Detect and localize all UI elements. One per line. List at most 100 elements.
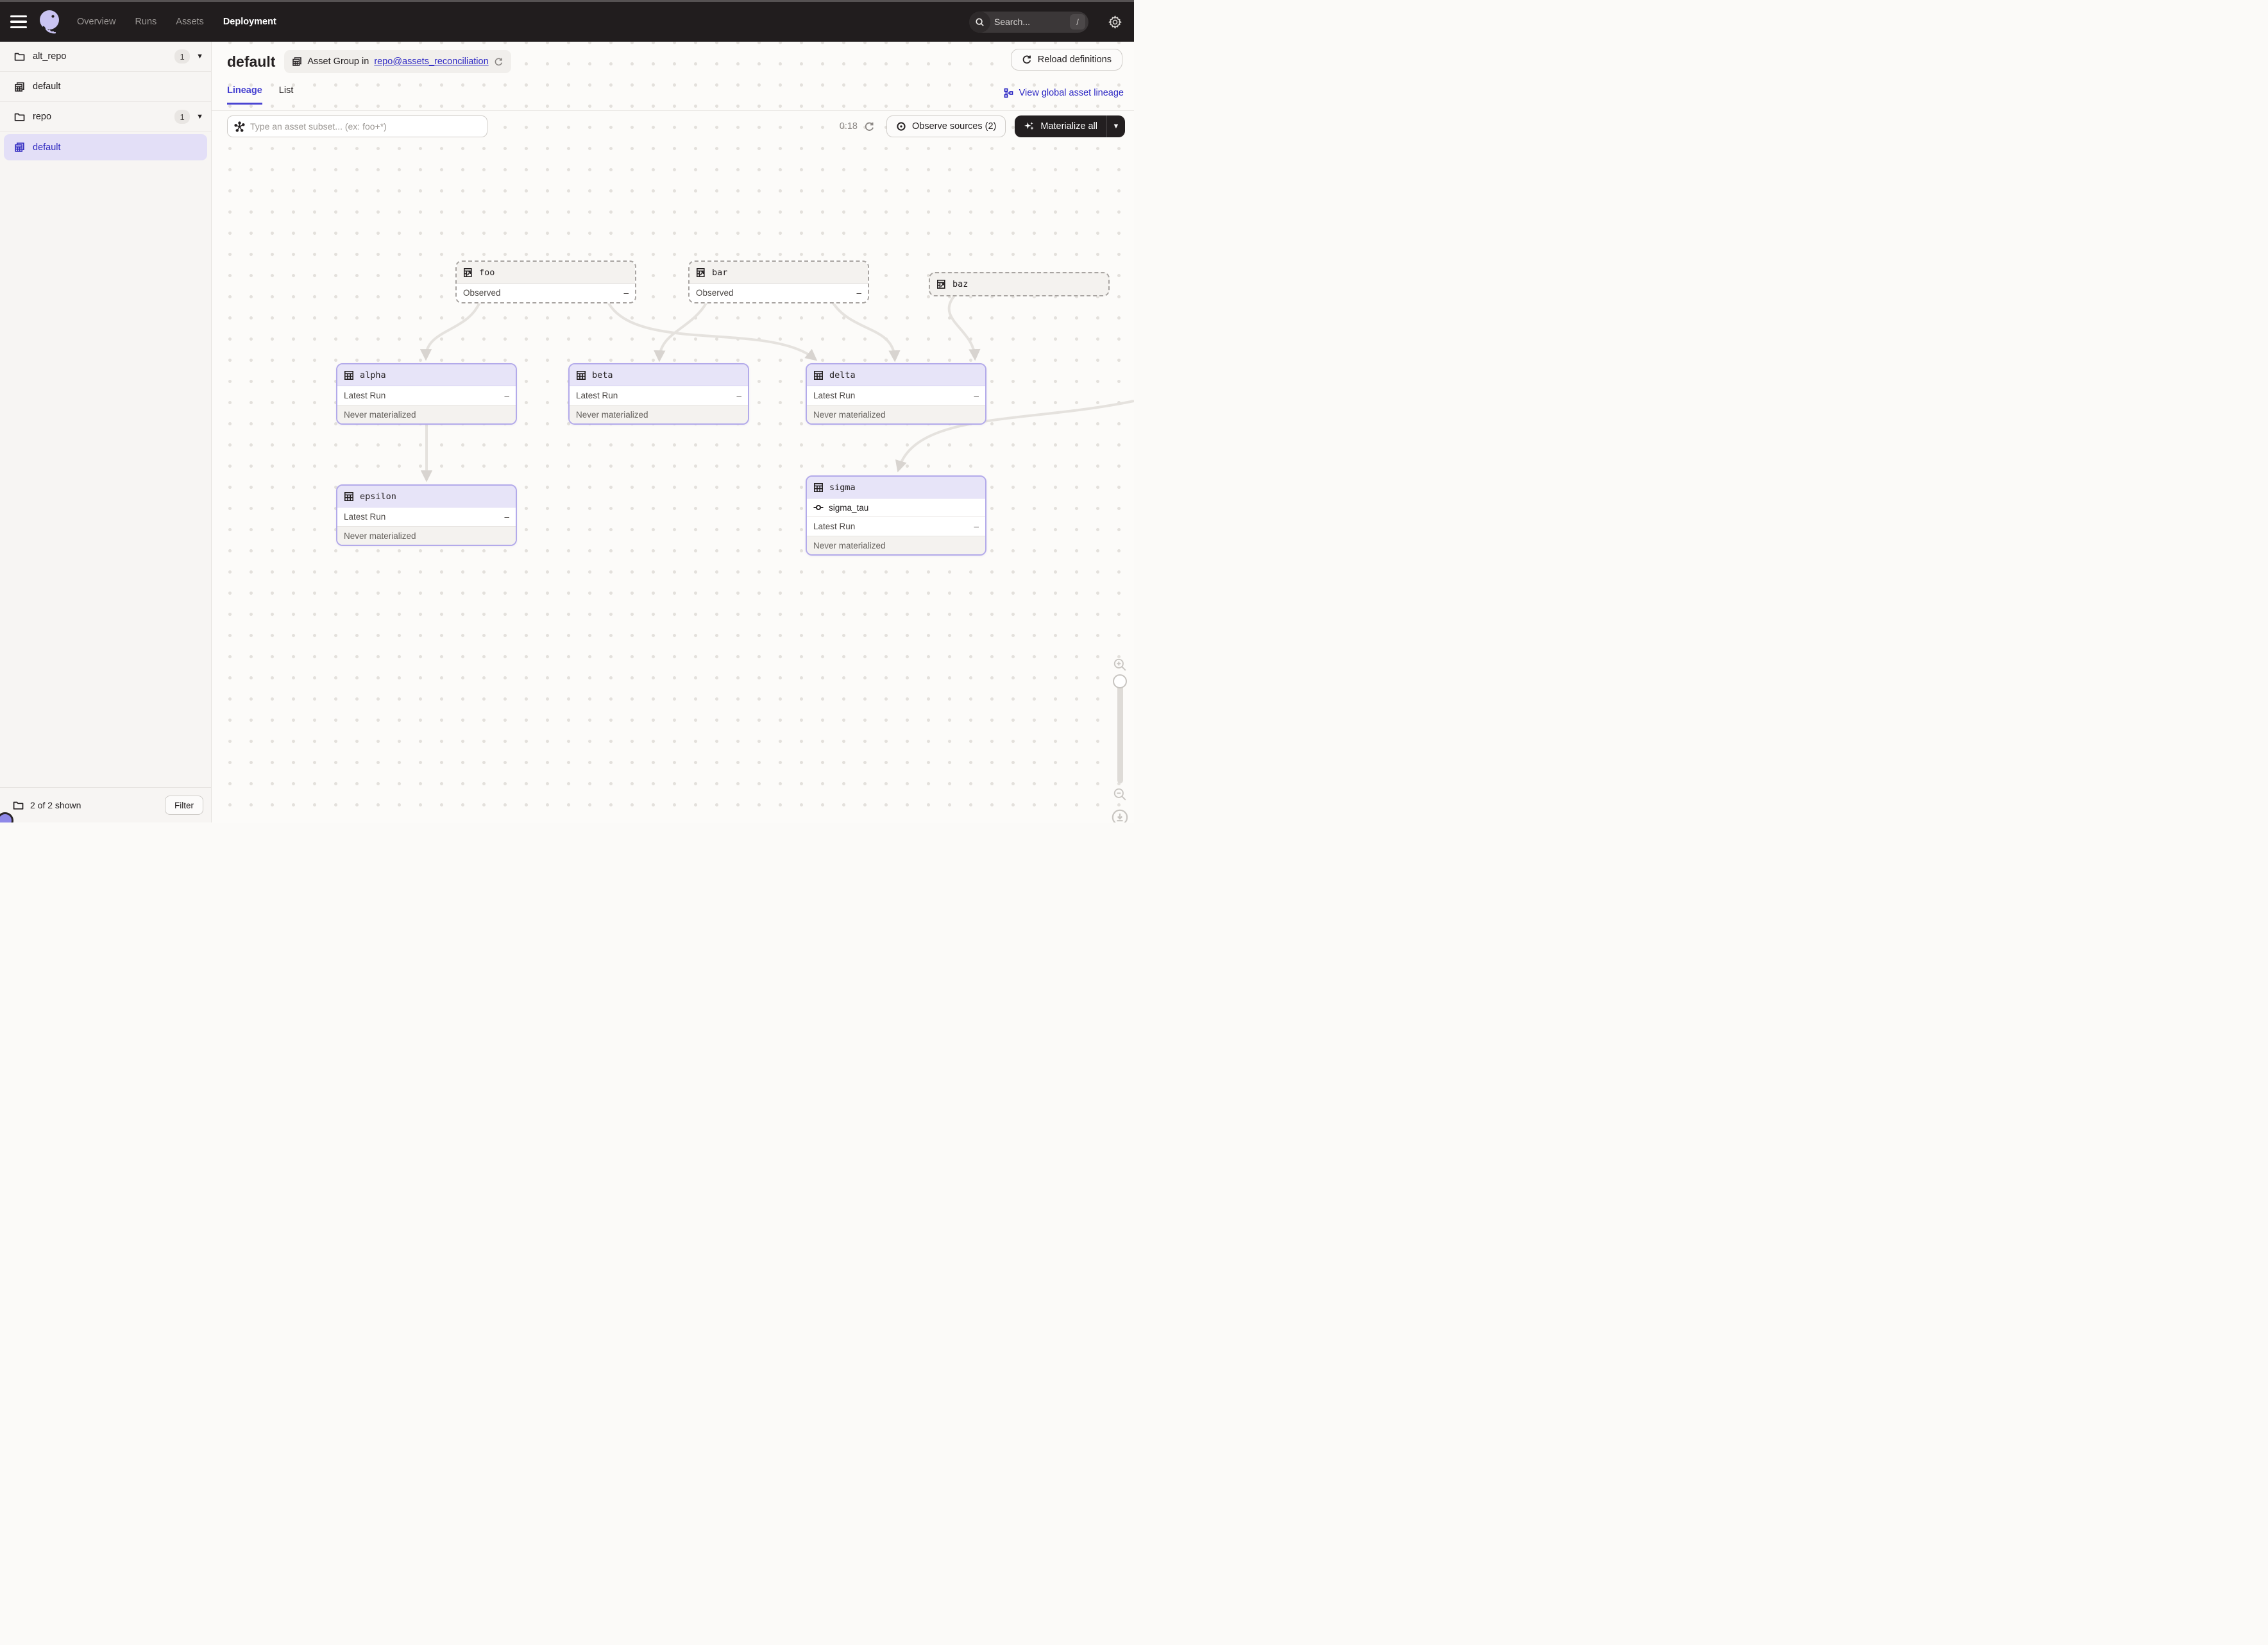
asset-table-icon [813,482,824,493]
asset-name: delta [829,370,856,380]
row-value: – [504,391,509,400]
lineage-graph-icon [1004,88,1014,98]
row-label: Observed [463,288,501,298]
sidebar-item-label: alt_repo [33,51,174,62]
sidebar-item-default-repo-selected[interactable]: default [0,132,211,162]
filter-button[interactable]: Filter [165,796,203,815]
asset-name: bar [712,268,727,278]
sidebar-item-alt-repo[interactable]: alt_repo 1 ▼ [0,42,211,72]
refresh-icon [1022,55,1032,65]
tab-list[interactable]: List [279,85,294,105]
row-label: Latest Run [576,391,618,400]
asset-check-icon [813,502,824,513]
repo-location-link[interactable]: repo@assets_reconciliation [374,56,488,67]
lineage-edges [212,111,1134,822]
sidebar-item-label: repo [33,112,174,122]
asset-check-row[interactable]: sigma_tau [807,499,985,517]
row-label: Latest Run [344,391,385,400]
menu-icon[interactable] [10,15,27,28]
zoom-out-icon[interactable] [1113,787,1127,801]
nav-overview[interactable]: Overview [77,17,115,27]
graph-toolbar: 0:18 Observe sources (2) Mate [227,115,1125,137]
main-panel: default Asset Group in repo@assets_recon… [212,42,1134,822]
chevron-down-icon[interactable]: ▼ [196,53,203,60]
materialize-all-button[interactable]: Materialize all [1015,115,1106,137]
asset-name: beta [592,370,613,380]
zoom-controls [1111,658,1129,822]
asset-group-pill: Asset Group in repo@assets_reconciliatio… [284,50,511,73]
zoom-slider[interactable] [1117,676,1123,783]
reload-definitions-button[interactable]: Reload definitions [1011,49,1122,71]
row-value: – [623,288,629,298]
asset-node-sigma[interactable]: sigma sigma_tau Latest Run – Never mater… [806,475,986,556]
asset-node-delta[interactable]: delta Latest Run – Never materialized [806,363,986,425]
nav-runs[interactable]: Runs [135,17,157,27]
chevron-down-icon[interactable]: ▼ [196,113,203,121]
asset-name: foo [479,268,495,278]
logo-sliver [0,812,13,822]
asset-group-header: default Asset Group in repo@assets_recon… [212,42,1134,111]
asset-node-alpha[interactable]: alpha Latest Run – Never materialized [336,363,517,425]
dagster-app: Overview Runs Assets Deployment / alt_re… [0,0,1134,822]
asset-node-epsilon[interactable]: epsilon Latest Run – Never materialized [336,484,517,546]
asset-name: alpha [360,370,386,380]
asset-table-icon [344,370,354,380]
materialize-dropdown-caret[interactable]: ▼ [1106,115,1125,137]
materialization-status: Never materialized [337,405,516,423]
code-location-sidebar: alt_repo 1 ▼ default repo 1 ▼ default [0,42,212,822]
refresh-icon[interactable] [494,57,504,67]
asset-node-bar[interactable]: bar Observed – [688,260,869,303]
row-label: Latest Run [344,512,385,522]
refresh-icon[interactable] [864,121,875,132]
source-asset-icon [696,268,706,278]
materialize-all-group: Materialize all ▼ [1015,115,1125,137]
source-asset-icon [936,279,947,289]
asset-subset-filter[interactable] [227,115,487,137]
search-shortcut-badge: / [1070,14,1085,30]
row-label: Latest Run [813,391,855,400]
asset-node-baz[interactable]: baz [929,272,1110,296]
refresh-timer: 0:18 [840,121,858,132]
zoom-in-icon[interactable] [1113,658,1127,672]
asset-name: baz [952,279,968,289]
row-value: – [856,288,861,298]
zoom-slider-handle[interactable] [1113,674,1127,688]
op-selector-icon [234,121,245,132]
asset-node-foo[interactable]: foo Observed – [455,260,636,303]
row-value: – [974,391,979,400]
lineage-canvas[interactable]: 0:18 Observe sources (2) Mate [212,111,1134,822]
search-input[interactable] [990,17,1070,27]
shown-count-label: 2 of 2 shown [30,800,165,810]
search-icon [969,12,990,33]
sparkle-icon [1024,121,1035,132]
sidebar-footer: 2 of 2 shown Filter [0,787,211,822]
global-search[interactable]: / [969,12,1088,33]
nav-assets[interactable]: Assets [176,17,204,27]
row-value: – [974,522,979,531]
asset-count-badge: 1 [174,49,190,64]
asset-name: sigma [829,482,856,493]
folder-icon [14,51,25,62]
asset-subset-input[interactable] [250,121,480,132]
sidebar-item-default-altrepo[interactable]: default [0,72,211,102]
materialization-status: Never materialized [337,526,516,545]
settings-gear-icon[interactable] [1108,15,1122,30]
sidebar-item-repo[interactable]: repo 1 ▼ [0,102,211,132]
asset-table-icon [576,370,586,380]
asset-group-icon [14,81,25,92]
row-label: Latest Run [813,522,855,531]
folder-icon [14,112,25,123]
folder-icon [13,800,24,811]
row-value: – [504,512,509,522]
view-tabs: Lineage List [227,85,293,105]
dagster-logo-icon[interactable] [37,9,63,35]
asset-node-beta[interactable]: beta Latest Run – Never materialized [568,363,749,425]
nav-deployment[interactable]: Deployment [223,17,276,27]
materialization-status: Never materialized [570,405,748,423]
download-image-icon[interactable] [1112,809,1128,822]
view-global-asset-lineage-link[interactable]: View global asset lineage [1004,88,1124,98]
sidebar-item-label: default [33,142,203,153]
observe-sources-button[interactable]: Observe sources (2) [886,115,1006,137]
sidebar-item-label: default [33,81,203,92]
tab-lineage[interactable]: Lineage [227,85,262,105]
